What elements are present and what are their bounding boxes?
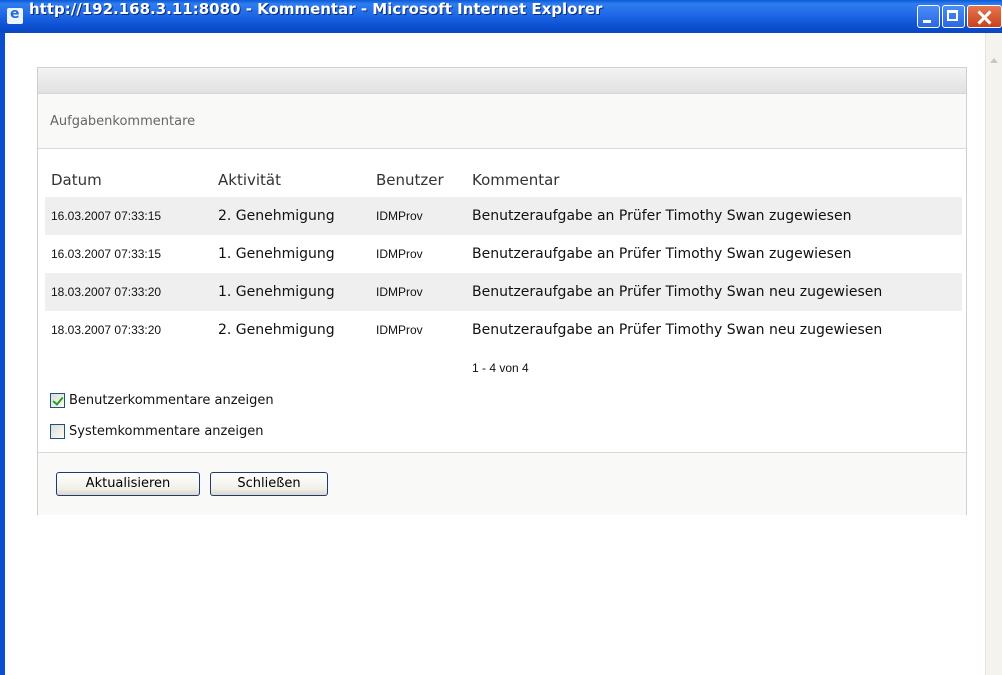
window-title: http://192.168.3.11:8080 - Kommentar - M… — [29, 0, 603, 18]
cell-date: 18.03.2007 07:33:20 — [51, 323, 162, 337]
pager-spacer — [374, 349, 470, 387]
browser-window: http://192.168.3.11:8080 - Kommentar - M… — [0, 0, 1002, 675]
table-row: 18.03.2007 07:33:20 2. Genehmigung IDMPr… — [45, 311, 962, 349]
pager-spacer — [45, 349, 216, 387]
pager-spacer — [216, 349, 374, 387]
system-comments-checkbox[interactable] — [50, 424, 65, 439]
cell-activity: 2. Genehmigung — [216, 197, 374, 235]
table-row: 16.03.2007 07:33:15 2. Genehmigung IDMPr… — [45, 197, 962, 235]
cell-date: 16.03.2007 07:33:15 — [51, 247, 162, 261]
window-titlebar[interactable]: http://192.168.3.11:8080 - Kommentar - M… — [0, 0, 1002, 33]
vertical-scrollbar[interactable] — [985, 33, 1002, 675]
cell-date: 16.03.2007 07:33:15 — [45, 197, 216, 235]
user-comments-label[interactable]: Benutzerkommentare anzeigen — [69, 393, 274, 408]
panel-title-bar: Aufgabenkommentare — [38, 94, 966, 149]
column-header-comment: Kommentar — [472, 171, 560, 189]
table-header-row: Datum Aktivität Benutzer Kommentar — [45, 163, 962, 197]
minimize-button[interactable] — [917, 5, 940, 28]
cell-comment: Benutzeraufgabe an Prüfer Timothy Swan n… — [470, 273, 962, 311]
panel-header-bar — [38, 68, 966, 94]
column-header-activity: Aktivität — [218, 171, 281, 189]
pagination-info: 1 - 4 von 4 — [472, 361, 529, 375]
cell-comment: Benutzeraufgabe an Prüfer Timothy Swan z… — [472, 246, 852, 262]
system-comments-label[interactable]: Systemkommentare anzeigen — [69, 424, 263, 439]
refresh-button[interactable]: Aktualisieren — [56, 472, 200, 496]
cell-comment: Benutzeraufgabe an Prüfer Timothy Swan n… — [472, 322, 883, 338]
cell-comment: Benutzeraufgabe an Prüfer Timothy Swan z… — [470, 197, 962, 235]
comments-table: Datum Aktivität Benutzer Kommentar 16.03… — [45, 163, 962, 387]
column-header-user: Benutzer — [376, 171, 444, 189]
table-row: 18.03.2007 07:33:20 1. Genehmigung IDMPr… — [45, 273, 962, 311]
table-row: 16.03.2007 07:33:15 1. Genehmigung IDMPr… — [45, 235, 962, 273]
scroll-up-arrow-icon[interactable] — [986, 53, 1002, 69]
user-comments-checkbox[interactable] — [50, 393, 65, 408]
comments-panel: Aufgabenkommentare Datum Aktivität Benut… — [37, 67, 967, 515]
cell-date: 18.03.2007 07:33:20 — [45, 273, 216, 311]
close-button[interactable]: Schließen — [210, 472, 328, 496]
cell-user: IDMProv — [374, 197, 470, 235]
cell-activity: 2. Genehmigung — [218, 322, 335, 338]
cell-user: IDMProv — [376, 323, 423, 337]
panel-title: Aufgabenkommentare — [50, 114, 196, 129]
cell-user: IDMProv — [376, 247, 423, 261]
internet-explorer-icon — [7, 6, 23, 24]
button-bar: Aktualisieren Schließen — [38, 452, 966, 515]
cell-activity: 1. Genehmigung — [218, 246, 335, 262]
pager-row: 1 - 4 von 4 — [45, 349, 962, 387]
column-header-date: Datum — [51, 171, 102, 189]
window-frame-left — [0, 33, 5, 675]
cell-user: IDMProv — [374, 273, 470, 311]
cell-activity: 1. Genehmigung — [216, 273, 374, 311]
close-window-button[interactable] — [967, 5, 1002, 28]
maximize-button[interactable] — [942, 5, 965, 28]
